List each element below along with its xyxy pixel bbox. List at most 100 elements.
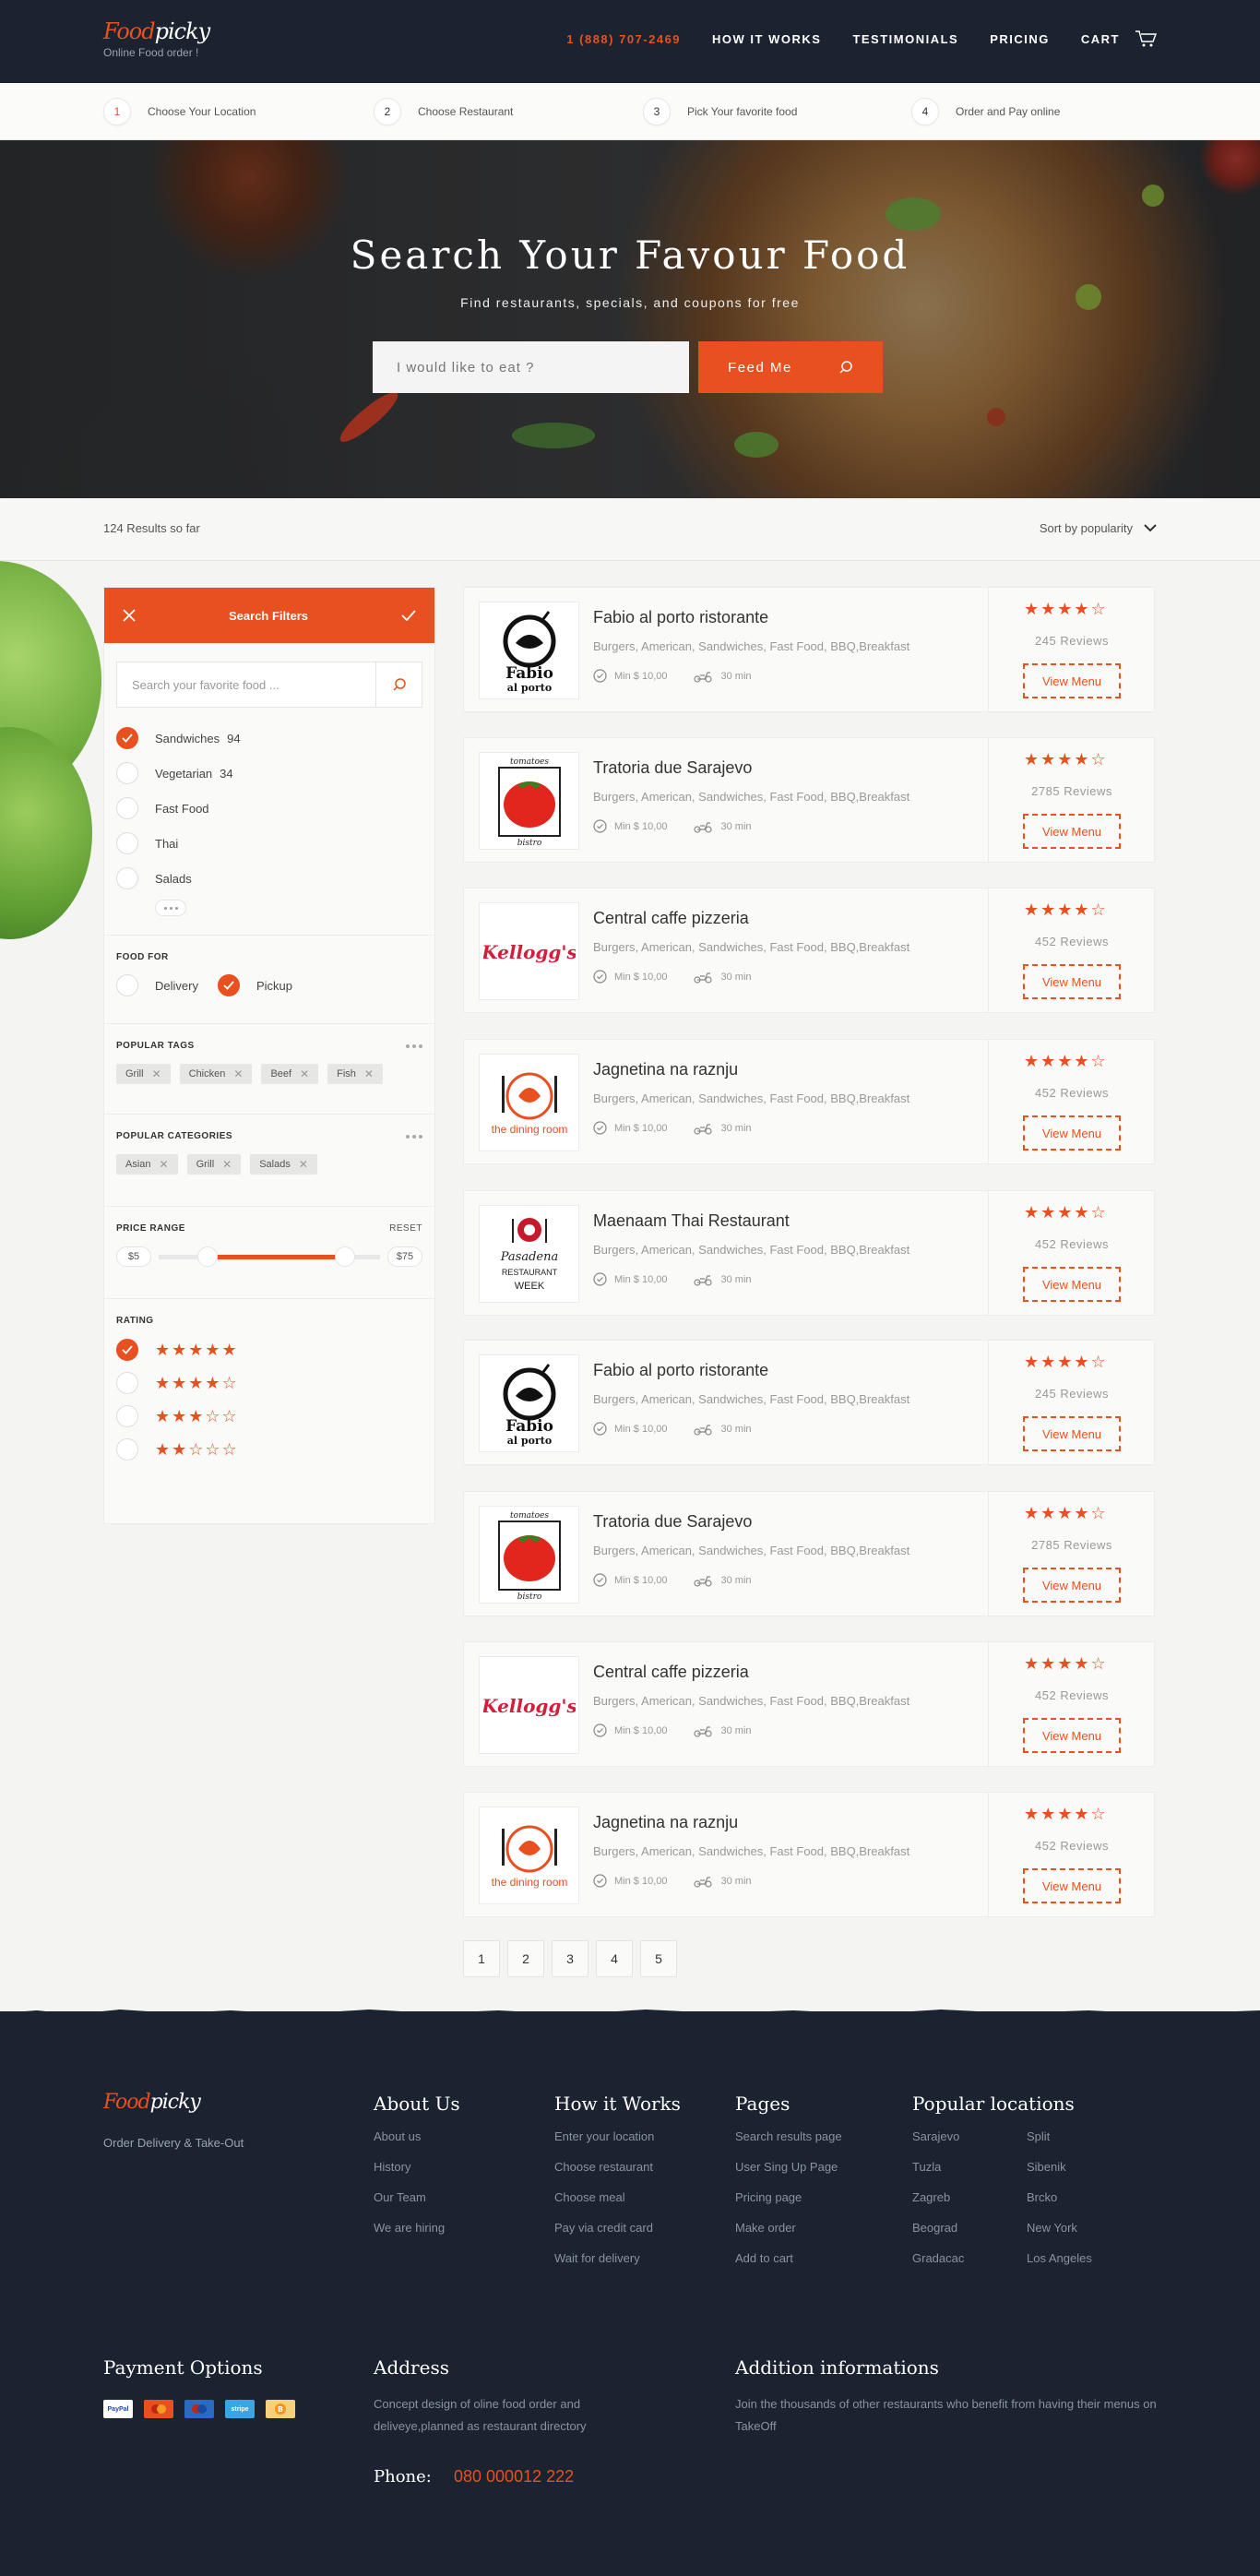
restaurant-name[interactable]: Central caffe pizzeria: [593, 1663, 749, 1682]
footer-link[interactable]: Beograd: [912, 2221, 1027, 2251]
remove-icon[interactable]: ✕: [152, 1067, 161, 1080]
filter-pickup[interactable]: Pickup: [218, 968, 292, 1003]
phone-link[interactable]: 1 (888) 707-2469: [566, 32, 681, 46]
restaurant-name[interactable]: Fabio al porto ristorante: [593, 608, 768, 627]
footer-logo[interactable]: Foodpicky: [103, 2091, 201, 2114]
restaurant-logo[interactable]: the dining room: [479, 1807, 579, 1904]
nav-pricing[interactable]: PRICING: [990, 32, 1050, 46]
restaurant-logo[interactable]: the dining room: [479, 1054, 579, 1151]
restaurant-card[interactable]: Fabio al porto Fabio al porto ristorante Bu…: [463, 587, 1155, 712]
page-4[interactable]: 4: [596, 1940, 633, 1977]
price-slider[interactable]: $5 $75: [116, 1246, 422, 1267]
restaurant-card[interactable]: Pasadena RESTAURANT WEEK Maenaam Thai Resta…: [463, 1190, 1155, 1316]
view-menu-button[interactable]: View Menu: [1023, 1267, 1121, 1302]
restaurant-logo[interactable]: tomatoes bistro: [479, 752, 579, 850]
category-grill[interactable]: Grill ✕: [186, 1154, 242, 1175]
restaurant-card[interactable]: Fabio al porto Fabio al porto ristorante Bu…: [463, 1340, 1155, 1465]
close-icon[interactable]: [123, 609, 136, 622]
checkbox[interactable]: [116, 727, 138, 749]
filter-search-field[interactable]: Search your favorite food ...: [116, 662, 422, 708]
footer-link[interactable]: User Sing Up Page: [735, 2160, 842, 2190]
checkbox[interactable]: [116, 797, 138, 819]
filter-salads[interactable]: Salads: [104, 861, 434, 896]
filter-thai[interactable]: Thai: [104, 826, 434, 861]
footer-phone[interactable]: 080 000012 222: [454, 2467, 574, 2487]
slider-handle-max[interactable]: [334, 1246, 355, 1267]
tag-chicken[interactable]: Chicken ✕: [179, 1064, 253, 1084]
restaurant-name[interactable]: Jagnetina na raznju: [593, 1813, 738, 1832]
footer-link[interactable]: Wait for delivery: [554, 2251, 681, 2282]
category-asian[interactable]: Asian ✕: [116, 1154, 178, 1175]
review-count[interactable]: 452 Reviews: [989, 1237, 1155, 1251]
nav-testimonials[interactable]: TESTIMONIALS: [852, 32, 958, 46]
footer-link[interactable]: Choose restaurant: [554, 2160, 681, 2190]
footer-link[interactable]: Search results page: [735, 2129, 842, 2160]
more-options-button[interactable]: [155, 900, 186, 916]
review-count[interactable]: 452 Reviews: [989, 935, 1155, 948]
footer-link[interactable]: Split: [1027, 2129, 1128, 2160]
review-count[interactable]: 452 Reviews: [989, 1688, 1155, 1702]
filter-sandwiches[interactable]: Sandwiches 94: [104, 721, 434, 756]
sort-dropdown[interactable]: Sort by popularity: [1040, 521, 1157, 535]
filter-vegetarian[interactable]: Vegetarian 34: [104, 756, 434, 791]
checkbox[interactable]: [116, 762, 138, 784]
checkbox[interactable]: [116, 867, 138, 889]
restaurant-card[interactable]: Kellogg's Central caffe pizzeria Burgers, …: [463, 1641, 1155, 1767]
rating-2[interactable]: ★★☆☆☆: [116, 1433, 422, 1466]
footer-link[interactable]: Zagreb: [912, 2190, 1027, 2221]
footer-link[interactable]: Gradacac: [912, 2251, 1027, 2282]
view-menu-button[interactable]: View Menu: [1023, 1416, 1121, 1451]
checkbox[interactable]: [116, 1405, 138, 1427]
view-menu-button[interactable]: View Menu: [1023, 964, 1121, 999]
price-reset-link[interactable]: RESET: [389, 1223, 422, 1234]
review-count[interactable]: 245 Reviews: [989, 634, 1155, 648]
view-menu-button[interactable]: View Menu: [1023, 1868, 1121, 1903]
review-count[interactable]: 452 Reviews: [989, 1839, 1155, 1853]
checkbox[interactable]: [116, 832, 138, 854]
tag-fish[interactable]: Fish ✕: [327, 1064, 383, 1084]
footer-link[interactable]: Los Angeles: [1027, 2251, 1128, 2282]
remove-icon[interactable]: ✕: [233, 1067, 243, 1080]
page-5[interactable]: 5: [640, 1940, 677, 1977]
review-count[interactable]: 245 Reviews: [989, 1387, 1155, 1401]
restaurant-name[interactable]: Fabio al porto ristorante: [593, 1361, 768, 1380]
restaurant-card[interactable]: tomatoes bistro Tratoria due Sarajevo Burge…: [463, 1491, 1155, 1616]
restaurant-logo[interactable]: Fabio al porto: [479, 1354, 579, 1452]
restaurant-card[interactable]: Kellogg's Central caffe pizzeria Burgers, …: [463, 888, 1155, 1013]
tag-grill[interactable]: Grill ✕: [116, 1064, 171, 1084]
remove-icon[interactable]: ✕: [160, 1158, 169, 1171]
restaurant-name[interactable]: Jagnetina na raznju: [593, 1060, 738, 1079]
footer-link[interactable]: Sarajevo: [912, 2129, 1027, 2160]
view-menu-button[interactable]: View Menu: [1023, 1115, 1121, 1151]
checkbox[interactable]: [116, 1372, 138, 1394]
footer-link[interactable]: Add to cart: [735, 2251, 842, 2282]
footer-link[interactable]: About us: [374, 2129, 460, 2160]
cart-icon[interactable]: [1135, 30, 1157, 48]
restaurant-logo[interactable]: tomatoes bistro: [479, 1506, 579, 1604]
food-search-input[interactable]: [373, 341, 689, 393]
review-count[interactable]: 2785 Reviews: [989, 784, 1155, 798]
tag-beef[interactable]: Beef ✕: [261, 1064, 319, 1084]
footer-link[interactable]: Pricing page: [735, 2190, 842, 2221]
footer-link[interactable]: Sibenik: [1027, 2160, 1128, 2190]
footer-link[interactable]: Enter your location: [554, 2129, 681, 2160]
review-count[interactable]: 452 Reviews: [989, 1086, 1155, 1100]
nav-cart[interactable]: CART: [1081, 32, 1120, 46]
remove-icon[interactable]: ✕: [300, 1067, 309, 1080]
footer-link[interactable]: Brcko: [1027, 2190, 1128, 2221]
footer-link[interactable]: Choose meal: [554, 2190, 681, 2221]
slider-handle-min[interactable]: [196, 1246, 218, 1267]
checkbox[interactable]: [116, 974, 138, 996]
page-3[interactable]: 3: [552, 1940, 588, 1977]
slider-track[interactable]: [159, 1246, 380, 1267]
view-menu-button[interactable]: View Menu: [1023, 663, 1121, 698]
rating-3[interactable]: ★★★☆☆: [116, 1400, 422, 1433]
footer-link[interactable]: Tuzla: [912, 2160, 1027, 2190]
restaurant-name[interactable]: Tratoria due Sarajevo: [593, 1512, 752, 1532]
more-icon[interactable]: [406, 1134, 422, 1139]
review-count[interactable]: 2785 Reviews: [989, 1538, 1155, 1552]
category-salads[interactable]: Salads ✕: [250, 1154, 317, 1175]
footer-link[interactable]: Pay via credit card: [554, 2221, 681, 2251]
view-menu-button[interactable]: View Menu: [1023, 1718, 1121, 1753]
check-icon[interactable]: [401, 610, 416, 621]
